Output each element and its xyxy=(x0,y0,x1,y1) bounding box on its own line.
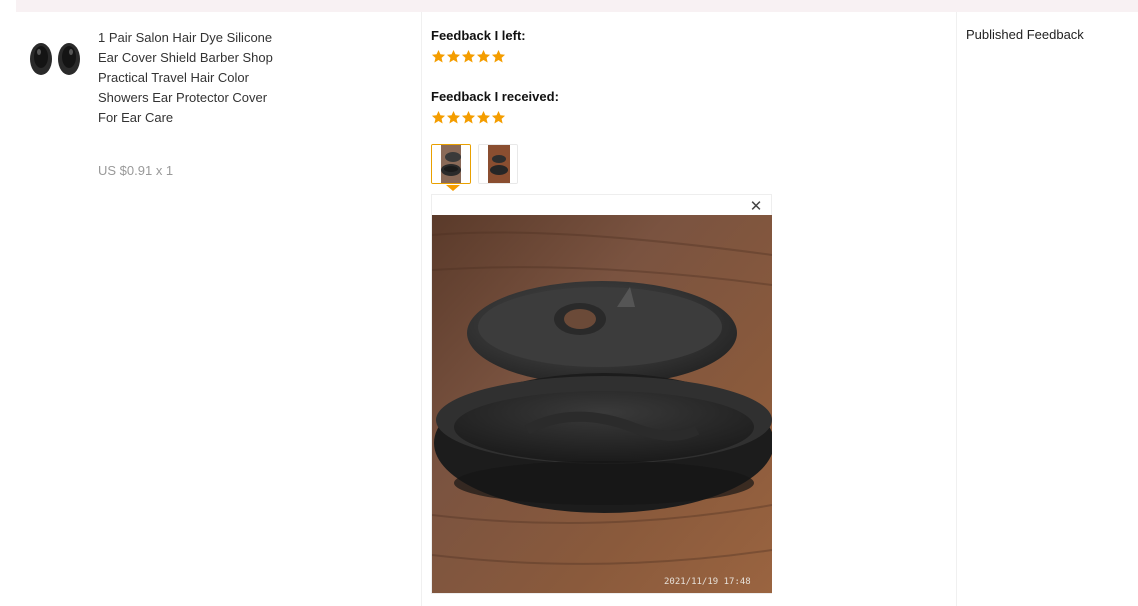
photo-timestamp: 2021/11/19 17:48 xyxy=(664,577,751,587)
product-title[interactable]: 1 Pair Salon Hair Dye Silicone Ear Cover… xyxy=(98,28,273,128)
feedback-left-heading: Feedback I left: xyxy=(431,28,526,43)
column-divider xyxy=(421,12,422,606)
star-icon xyxy=(491,49,506,63)
active-thumbnail-indicator xyxy=(446,185,460,191)
photo-viewer: ✕ 2021/11/19 17:48 xyxy=(431,194,772,594)
ear-cover-left xyxy=(30,43,52,75)
ear-cover-right xyxy=(58,43,80,75)
star-icon xyxy=(431,110,446,124)
photo-thumbnail-1[interactable] xyxy=(431,144,471,184)
column-divider xyxy=(956,12,957,606)
feedback-received-heading: Feedback I received: xyxy=(431,89,559,104)
star-icon xyxy=(431,49,446,63)
product-thumbnail[interactable] xyxy=(28,38,82,78)
close-icon[interactable]: ✕ xyxy=(749,199,763,214)
star-icon xyxy=(446,49,461,63)
feedback-photo: 2021/11/19 17:48 xyxy=(432,215,772,593)
product-price: US $0.91 x 1 xyxy=(98,163,174,178)
feedback-received-stars xyxy=(431,110,506,126)
feedback-left-stars xyxy=(431,49,506,65)
star-icon xyxy=(491,110,506,124)
star-icon xyxy=(476,110,491,124)
star-icon xyxy=(461,110,476,124)
photo-thumbnail-image xyxy=(432,145,470,183)
photo-thumbnail-image xyxy=(479,145,517,183)
star-icon xyxy=(461,49,476,63)
star-icon xyxy=(446,110,461,124)
table-header-strip xyxy=(16,0,1138,12)
feedback-status: Published Feedback xyxy=(966,27,1084,42)
photo-thumbnail-2[interactable] xyxy=(478,144,518,184)
star-icon xyxy=(476,49,491,63)
